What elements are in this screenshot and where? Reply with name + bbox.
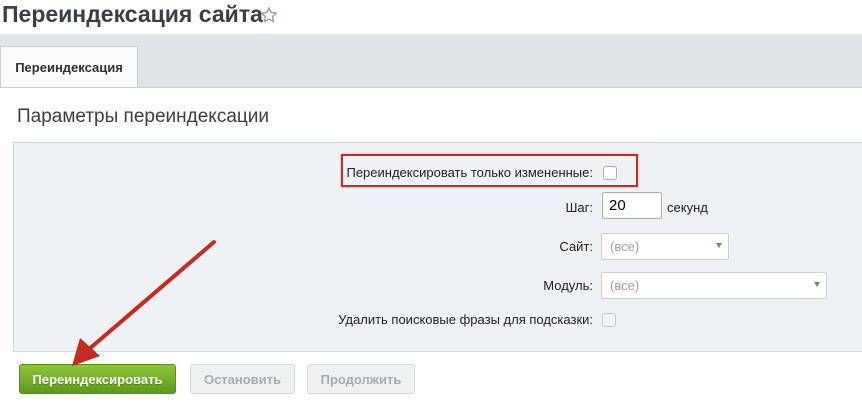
main-panel: Параметры переиндексации Переиндексирова… bbox=[0, 87, 862, 407]
chevron-down-icon bbox=[814, 282, 820, 287]
form-area: Переиндексировать только измененные: Шаг… bbox=[13, 142, 862, 352]
module-label: Модуль: bbox=[543, 278, 593, 293]
reindex-changed-checkbox[interactable] bbox=[603, 166, 617, 180]
delete-phrases-label: Удалить поисковые фразы для подсказки: bbox=[338, 312, 593, 327]
site-select-value: (все) bbox=[610, 239, 640, 254]
star-icon[interactable] bbox=[260, 6, 278, 24]
tab-bar: Переиндексация bbox=[0, 34, 862, 88]
chevron-down-icon bbox=[716, 243, 722, 248]
site-label: Сайт: bbox=[559, 239, 593, 254]
reindex-changed-label: Переиндексировать только измененные: bbox=[346, 165, 593, 180]
module-select[interactable]: (все) bbox=[601, 272, 827, 299]
section-title: Параметры переиндексации bbox=[17, 106, 270, 127]
step-label: Шаг: bbox=[565, 200, 594, 215]
site-select[interactable]: (все) bbox=[601, 233, 729, 260]
tab-reindex[interactable]: Переиндексация bbox=[0, 46, 138, 88]
page-header: Переиндексация сайта bbox=[0, 0, 862, 34]
step-input[interactable] bbox=[602, 192, 662, 219]
page-title: Переиндексация сайта bbox=[2, 1, 263, 27]
delete-phrases-checkbox[interactable] bbox=[602, 313, 616, 327]
stop-button[interactable]: Остановить bbox=[190, 364, 295, 394]
reindex-button[interactable]: Переиндексировать bbox=[19, 364, 176, 394]
module-select-value: (все) bbox=[610, 278, 640, 293]
step-unit-label: секунд bbox=[667, 200, 708, 215]
continue-button[interactable]: Продолжить bbox=[307, 364, 415, 394]
